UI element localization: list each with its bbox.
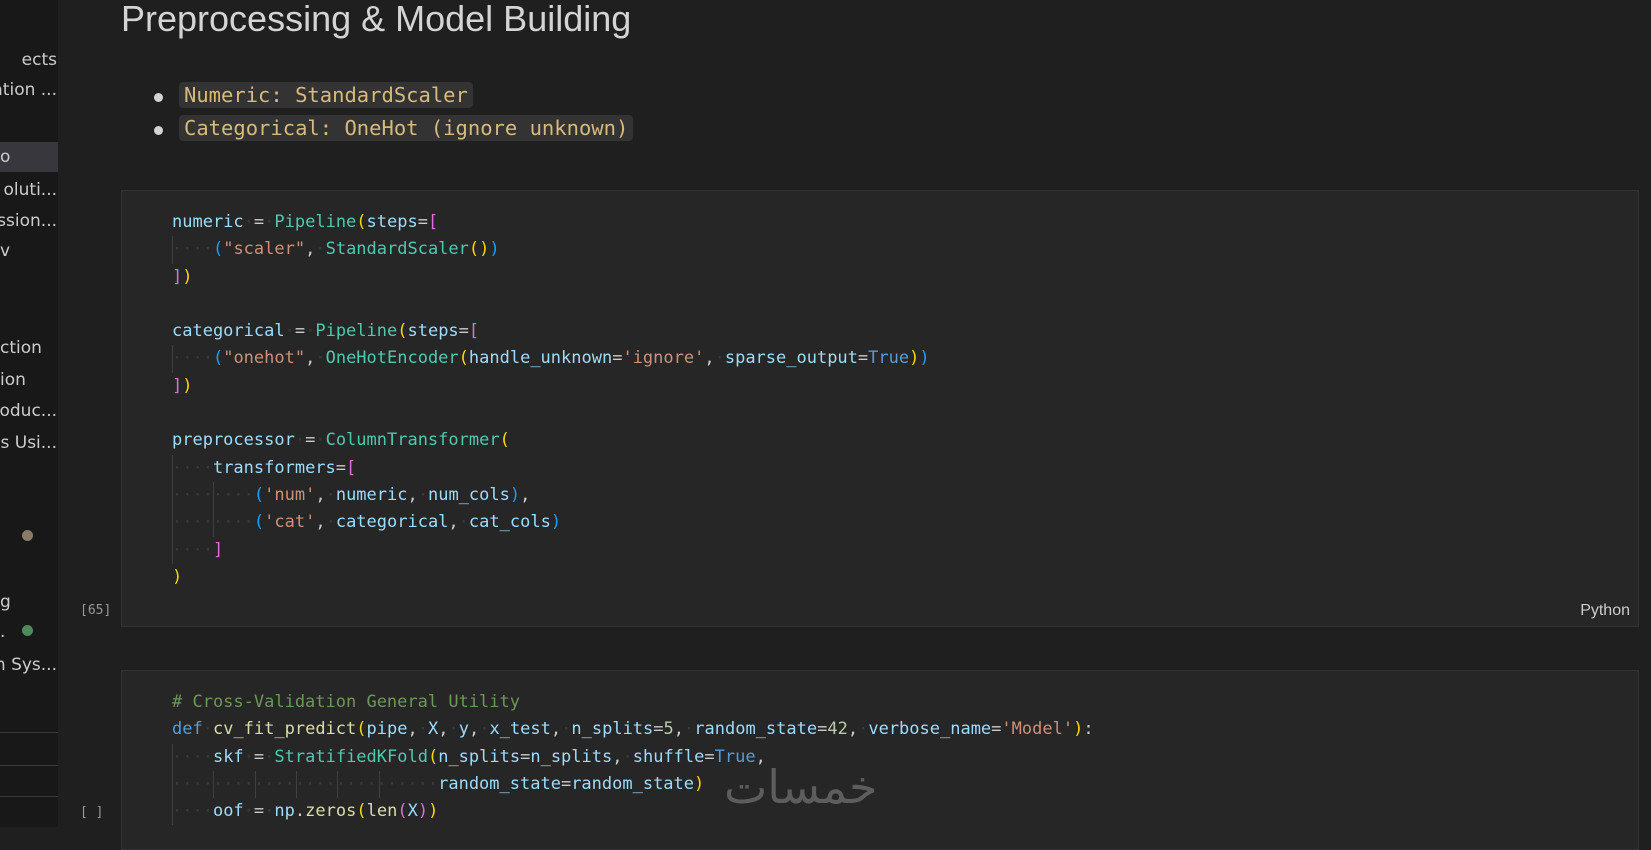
sidebar-item-label: roduc...	[0, 401, 57, 421]
markdown-heading: Preprocessing & Model Building	[121, 0, 632, 39]
sidebar-item[interactable]: es Usi...	[0, 428, 58, 458]
sidebar-item-label: v	[0, 241, 11, 261]
code-line: ····("scaler",·StandardScaler())	[172, 236, 930, 264]
sidebar-item[interactable]: v	[0, 236, 58, 266]
inline-code: Numeric: StandardScaler	[179, 82, 473, 108]
sidebar-item-label: ion	[0, 370, 26, 390]
watermark-logo: خمسات	[724, 760, 878, 814]
sidebar-item[interactable]: n Sys...	[0, 650, 58, 680]
sidebar-item[interactable]: ects	[0, 45, 58, 75]
sidebar-item[interactable]: ion	[0, 365, 58, 395]
sidebar-item[interactable]: g	[0, 587, 58, 617]
sidebar-item-label: ation ...	[0, 80, 57, 100]
sidebar-item[interactable]: ission...	[0, 206, 58, 236]
sidebar-item-label: .	[0, 622, 6, 642]
sidebar-item-label: es Usi...	[0, 433, 57, 453]
cell-language-label[interactable]: Python	[1580, 602, 1630, 620]
status-dot-icon	[22, 530, 33, 541]
sidebar-item[interactable]: ction	[0, 333, 58, 363]
sidebar-item[interactable]: oluti...	[0, 175, 58, 205]
explorer-sidebar: ects ation ... o oluti... ission... v ct…	[0, 0, 58, 827]
sidebar-item-active[interactable]: o	[0, 142, 58, 172]
sidebar-divider	[0, 765, 58, 766]
sidebar-item[interactable]: roduc...	[0, 396, 58, 426]
code-line: )	[172, 566, 183, 587]
code-line: ········('cat',·categorical,·cat_cols)	[172, 509, 930, 537]
execution-count: [ ]	[80, 805, 104, 820]
sidebar-item-label: ction	[0, 338, 42, 358]
code-line: ])	[172, 375, 193, 396]
sidebar-item-label: g	[0, 592, 11, 612]
code-line: ····("onehot",·OneHotEncoder(handle_unkn…	[172, 345, 930, 373]
code-line: preprocessor·=·ColumnTransformer(	[172, 430, 510, 451]
code-cell[interactable]: # Cross-Validation General Utility def·c…	[121, 670, 1639, 850]
sidebar-item-label: ects	[21, 50, 57, 70]
code-line: ··························random_state=r…	[172, 770, 1094, 799]
inline-code: Categorical: OneHot (ignore unknown)	[179, 115, 634, 141]
sidebar-divider	[0, 796, 58, 797]
sidebar-divider	[0, 732, 58, 733]
code-line: ····oof·=·np.zeros(len(X))	[172, 798, 1094, 826]
code-line: ····]	[172, 536, 930, 564]
code-editor[interactable]: # Cross-Validation General Utility def·c…	[172, 689, 1094, 826]
code-editor[interactable]: numeric·=·Pipeline(steps=[ ····("scaler"…	[172, 209, 930, 591]
code-line: categorical·=·Pipeline(steps=[	[172, 321, 480, 342]
code-line: ········('num',·numeric,·num_cols),	[172, 481, 930, 510]
sidebar-item-label: n Sys...	[0, 655, 57, 675]
sidebar-item-label: oluti...	[3, 180, 58, 200]
code-cell[interactable]: numeric·=·Pipeline(steps=[ ····("scaler"…	[121, 190, 1639, 627]
code-line: ····skf·=·StratifiedKFold(n_splits=n_spl…	[172, 743, 1094, 771]
sidebar-item-label: o	[0, 147, 11, 167]
code-line: ])	[172, 266, 193, 287]
code-line: # Cross-Validation General Utility	[172, 692, 520, 712]
code-line: numeric·=·Pipeline(steps=[	[172, 212, 439, 232]
sidebar-item[interactable]: ation ...	[0, 75, 58, 105]
sidebar-item-label: ission...	[0, 211, 57, 231]
execution-count: [65]	[80, 603, 112, 618]
status-dot-icon	[22, 625, 33, 636]
code-line: ····transformers=[	[172, 454, 930, 482]
code-line: def·cv_fit_predict(pipe,·X,·y,·x_test,·n…	[172, 719, 1094, 740]
